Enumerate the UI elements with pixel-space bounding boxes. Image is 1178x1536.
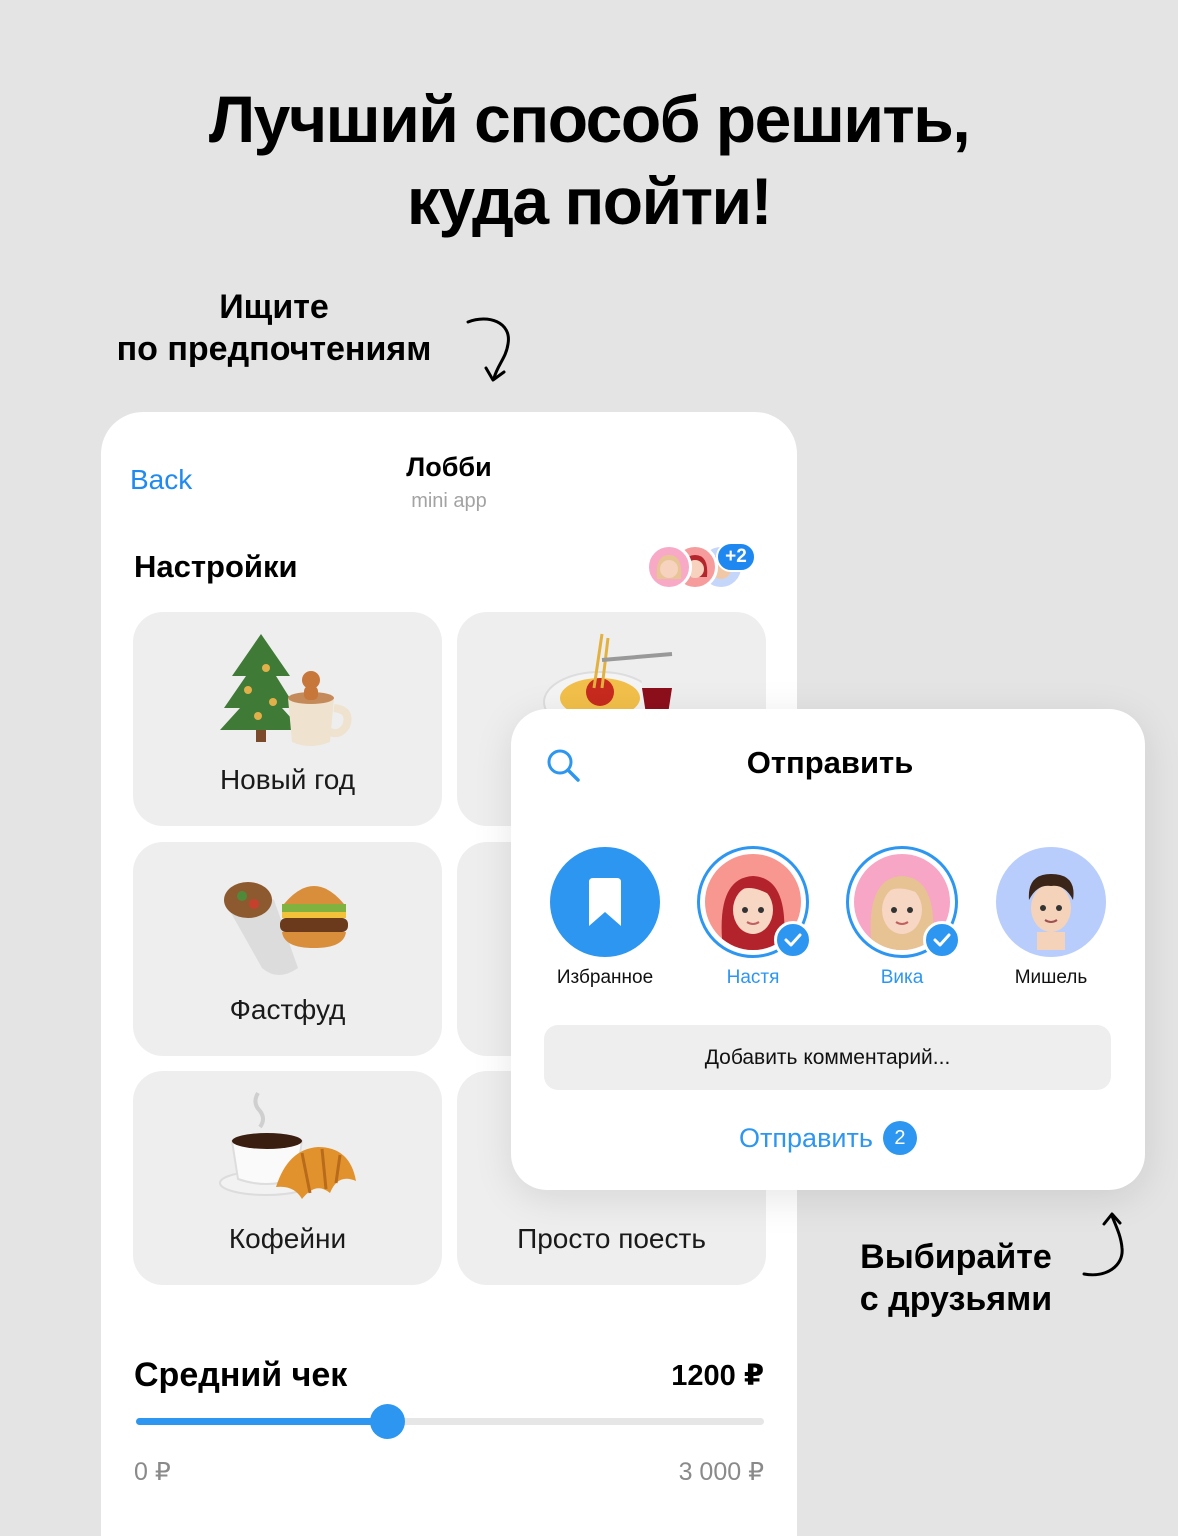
extra-members-badge: +2 [716,542,756,572]
tile-label: Просто поесть [517,1223,706,1254]
curved-arrow-down-icon [466,317,510,382]
headline-line-2: куда пойти! [406,164,773,238]
contact-name: Избранное [556,967,654,988]
contact-name: Мишель [1014,967,1088,988]
share-sheet-title-text: Отправить [746,745,914,780]
comment-input[interactable]: Добавить комментарий... [544,1025,1111,1090]
caption-friends: Выбирайте с друзьями [830,1236,1082,1320]
contact-vika[interactable]: Вика [842,846,962,989]
settings-title: Настройки [134,549,298,584]
send-count-badge: 2 [882,1121,917,1155]
tile-coffee[interactable]: Кофейни [133,1071,442,1285]
contact-mishel[interactable]: Мишель [991,847,1111,989]
price-slider-fill [136,1418,388,1425]
nav-subtitle: mini app [411,490,487,512]
caption-right-line-1: Выбирайте [860,1238,1052,1276]
tile-new-year[interactable]: Новый год [133,612,442,826]
burrito-burger-icon [223,882,348,975]
member-avatar-icon [646,544,692,590]
tile-label: Фастфуд [229,994,346,1025]
send-label: Отправить [739,1122,873,1153]
avatar-boy-icon [996,847,1106,957]
price-slider[interactable] [136,1404,764,1439]
contact-nastya[interactable]: Настя [693,846,813,989]
caption-preferences: Ищите по предпочтениям [84,286,464,370]
price-min-label: 0 ₽ [134,1458,171,1486]
tile-fastfood[interactable]: Фастфуд [133,842,442,1056]
caption-left-line-2: по предпочтениям [116,330,432,368]
lobby-members[interactable]: +2 [646,542,766,594]
caption-right-line-2: с друзьями [859,1280,1053,1318]
headline-line-1: Лучший способ решить, [208,82,971,156]
check-icon [774,921,812,959]
share-sheet-title: Отправить [511,745,1145,781]
contact-favorites[interactable]: Избранное [545,847,665,989]
christmas-tree-cocoa-icon [219,634,351,746]
curved-arrow-up-icon [1082,1212,1124,1277]
bookmark-icon [589,878,621,926]
price-slider-thumb[interactable] [370,1404,406,1439]
nav-title: Лобби [406,452,492,482]
contact-name: Настя [726,967,780,988]
caption-left-line-1: Ищите [219,288,329,326]
tile-label: Кофейни [228,1223,347,1254]
average-check-title: Средний чек [134,1356,348,1394]
send-button[interactable]: Отправить 2 [511,1121,1145,1155]
tile-label: Новый год [219,764,356,795]
average-check-value: 1200 ₽ [671,1360,764,1392]
contact-name: Вика [880,967,924,988]
avatar [697,846,812,959]
check-icon [923,921,961,959]
price-max-label: 3 000 ₽ [678,1458,764,1486]
headline: Лучший способ решить, куда пойти! [0,78,1178,242]
share-sheet: Отправить Избранное Настя Вика Мишель До… [511,709,1145,1190]
bookmark-circle [550,847,660,957]
coffee-croissant-icon [218,1091,356,1199]
avatar [846,846,961,959]
